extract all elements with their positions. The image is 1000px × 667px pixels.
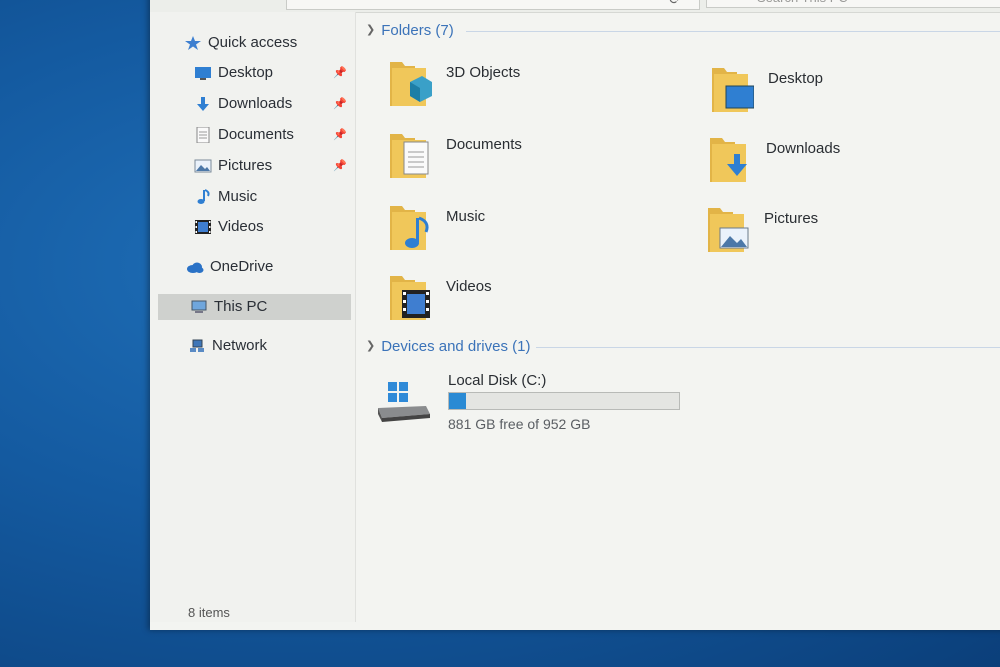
nav-item-downloads[interactable]: Downloads	[194, 91, 292, 117]
documents-folder-icon	[390, 134, 429, 178]
pin-icon[interactable]: 📌	[333, 97, 347, 110]
nav-label: Music	[218, 188, 258, 205]
address-bar[interactable]	[286, 0, 700, 10]
folder-label: Downloads	[766, 140, 841, 157]
drive-tile-local-disk-c[interactable]: Local Disk (C:) 881 GB free of 952 GB	[376, 372, 696, 442]
hard-drive-icon	[378, 382, 430, 422]
folder-label: Desktop	[768, 70, 824, 87]
folder-tile-3d-objects[interactable]: 3D Objects	[388, 56, 688, 114]
nav-item-this-pc[interactable]: This PC	[158, 294, 351, 320]
group-divider	[536, 347, 1000, 348]
picture-icon	[194, 157, 212, 173]
desktop-folder-icon	[712, 68, 754, 112]
group-divider	[466, 31, 1000, 32]
cloud-icon	[186, 258, 204, 274]
folder-label: Documents	[446, 136, 522, 153]
folder-label: 3D Objects	[446, 64, 521, 81]
nav-item-videos[interactable]: Videos	[194, 214, 264, 240]
chevron-down-icon: ❯	[366, 24, 376, 36]
folder-tile-music[interactable]: Music	[388, 200, 688, 258]
star-icon	[184, 34, 202, 51]
nav-label: Desktop	[218, 64, 274, 81]
desktop-icon	[194, 64, 212, 81]
search-input[interactable]: Search This PC	[706, 0, 1000, 8]
drive-free-space: 881 GB free of 952 GB	[448, 416, 591, 432]
document-icon	[194, 126, 212, 144]
film-strip-icon	[194, 218, 212, 235]
folder-tile-pictures[interactable]: Pictures	[706, 202, 1000, 260]
music-note-icon	[194, 188, 212, 205]
nav-item-pictures[interactable]: Pictures	[194, 153, 272, 179]
nav-item-documents[interactable]: Documents	[194, 122, 294, 148]
nav-label: Quick access	[208, 34, 298, 51]
nav-item-network[interactable]: Network	[188, 333, 267, 359]
nav-label: Documents	[218, 126, 294, 143]
folder-label: Videos	[446, 278, 492, 295]
drive-usage-fill	[449, 393, 467, 409]
nav-label: Downloads	[218, 95, 293, 112]
folder-label: Pictures	[764, 210, 819, 227]
drive-usage-bar	[448, 392, 680, 410]
network-icon	[188, 337, 206, 353]
folder-tile-videos[interactable]: Videos	[388, 270, 688, 328]
folder-tile-downloads[interactable]: Downloads	[708, 132, 1000, 190]
folder-tile-desktop[interactable]: Desktop	[710, 62, 1000, 120]
nav-item-desktop[interactable]: Desktop	[194, 60, 273, 86]
downloads-folder-icon	[710, 138, 747, 182]
nav-label: This PC	[214, 298, 268, 315]
folder-tile-documents[interactable]: Documents	[388, 128, 688, 186]
content-pane: ❯ Folders (7) 3D Objects Desktop Documen…	[356, 12, 1000, 622]
nav-item-onedrive[interactable]: OneDrive	[186, 254, 273, 280]
folder-label: Music	[446, 208, 486, 225]
nav-quick-access[interactable]: Quick access	[184, 30, 297, 56]
navigation-pane: Quick access Desktop 📌 Downloads 📌 Docum…	[150, 12, 356, 622]
pin-icon[interactable]: 📌	[333, 128, 347, 141]
3d-objects-folder-icon	[390, 62, 432, 106]
devices-group-header[interactable]: ❯ Devices and drives (1)	[366, 338, 530, 355]
pin-icon[interactable]: 📌	[333, 66, 347, 79]
nav-label: Network	[212, 337, 268, 354]
videos-folder-icon	[390, 276, 430, 320]
computer-icon	[190, 298, 208, 314]
music-folder-icon	[390, 206, 429, 250]
chevron-down-icon: ❯	[366, 340, 376, 352]
status-item-count: 8 items	[188, 605, 230, 620]
refresh-icon[interactable]: ⟳	[660, 0, 690, 9]
devices-group-title: Devices and drives (1)	[381, 338, 531, 355]
nav-label: OneDrive	[210, 258, 274, 275]
pin-icon[interactable]: 📌	[333, 159, 347, 172]
folders-group-title: Folders (7)	[381, 22, 454, 39]
download-arrow-icon	[194, 95, 212, 112]
pictures-folder-icon	[708, 208, 749, 252]
folders-group-header[interactable]: ❯ Folders (7)	[366, 22, 454, 39]
nav-label: Pictures	[218, 157, 273, 174]
nav-item-music[interactable]: Music	[194, 184, 257, 210]
file-explorer-window: ⟳ ⌕ Search This PC Quick access Desktop …	[150, 0, 1000, 630]
drive-name: Local Disk (C:)	[448, 372, 547, 389]
nav-label: Videos	[218, 218, 264, 235]
